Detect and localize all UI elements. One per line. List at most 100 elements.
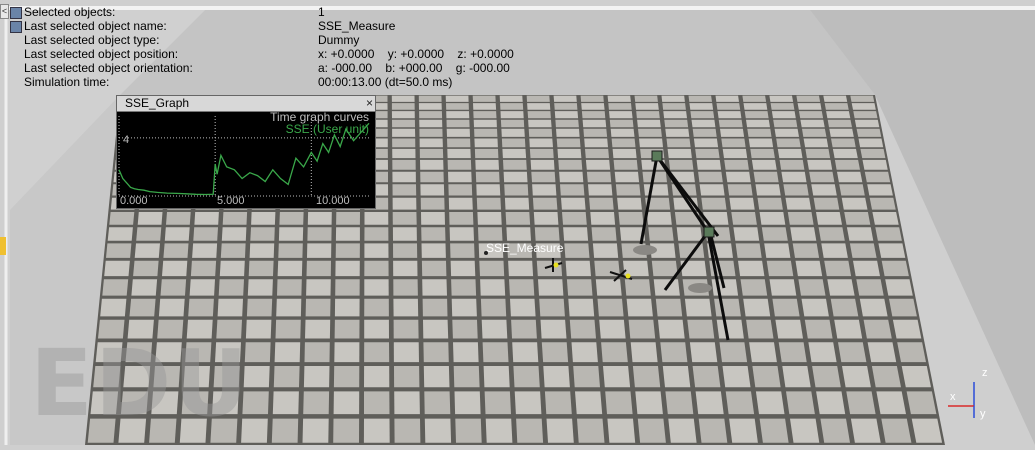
floor-tile <box>585 159 611 170</box>
floor-tile <box>278 243 303 258</box>
floor-tile <box>134 243 160 258</box>
floor-tile <box>720 128 745 137</box>
floor-tile <box>761 227 788 241</box>
floor-tile <box>504 184 529 196</box>
floor-tile <box>218 279 244 296</box>
floor-tile <box>508 260 534 277</box>
floor-tile <box>853 260 880 277</box>
floor-tile <box>881 260 909 277</box>
floor-tile <box>473 119 497 128</box>
floor-tile <box>800 119 825 128</box>
floor-tile <box>512 342 539 363</box>
floor-tile <box>716 319 744 339</box>
info-toggle-icon[interactable] <box>10 21 22 33</box>
floor-tile <box>392 212 417 225</box>
info-value: x: +0.0000 y: +0.0000 z: +0.0000 <box>318 47 514 61</box>
floor-tile <box>302 418 329 443</box>
floor-tile <box>585 148 609 159</box>
floor-tile <box>637 418 666 443</box>
floor-tile <box>562 212 587 225</box>
floor-tile <box>759 212 786 225</box>
floor-tile <box>394 366 420 388</box>
floor-tile <box>601 342 628 363</box>
floor-tile <box>506 227 531 241</box>
graph-title: SSE_Graph <box>125 96 190 110</box>
floor-tile <box>363 418 390 443</box>
floor-tile <box>716 103 741 110</box>
floor-tile <box>612 148 637 159</box>
floor-tile <box>662 103 686 110</box>
floor-tile <box>364 212 389 225</box>
floor-tile <box>534 227 560 241</box>
floor-tile <box>334 319 360 339</box>
floor-tile <box>759 418 789 443</box>
floor-tile <box>660 342 688 363</box>
scene-viewport[interactable]: SSE_Measure EDU < Selected objects: 1 La… <box>0 0 1035 450</box>
floor-tile <box>781 171 807 183</box>
floor-tile <box>475 171 500 183</box>
axes-gizmo: z x y <box>948 367 988 420</box>
floor-tile <box>306 279 331 296</box>
floor-tile <box>779 159 805 170</box>
collapse-info-button[interactable]: < <box>0 4 9 19</box>
graph-window[interactable]: SSE_Graph × Time graph curves SSE (User … <box>116 95 376 209</box>
floor-tile <box>772 298 800 317</box>
floor-tile <box>744 111 769 119</box>
floor-tile <box>609 119 634 128</box>
floor-tile <box>271 418 299 443</box>
floor-tile <box>586 171 612 183</box>
graph-plot: Time graph curves SSE (User unit) 4 0.00… <box>118 112 370 207</box>
graph-titlebar[interactable]: SSE_Graph × <box>117 96 375 112</box>
floor-tile <box>419 138 443 148</box>
floor-tile <box>482 342 509 363</box>
floor-tile <box>718 119 743 128</box>
info-toggle-icon[interactable] <box>10 7 22 19</box>
floor-tile <box>250 227 275 241</box>
close-icon[interactable]: × <box>366 96 373 111</box>
floor-tile <box>698 418 728 443</box>
floor-tile <box>797 103 822 110</box>
floor-tile <box>792 243 820 258</box>
floor-tile <box>731 212 757 225</box>
floor-tile <box>446 128 470 137</box>
floor-tile <box>448 171 472 183</box>
floor-tile <box>864 171 891 183</box>
info-value: 1 <box>318 5 325 19</box>
floor-tile <box>419 128 443 137</box>
y-axis-label: y <box>980 408 986 420</box>
legend-series: SSE (User unit) <box>286 122 369 136</box>
floor-tile <box>538 279 564 296</box>
floor-tile <box>532 184 557 196</box>
floor-tile <box>446 111 470 119</box>
floor-tile <box>392 184 417 196</box>
floor-tile <box>500 103 524 110</box>
floor-tile <box>662 366 691 388</box>
floor-tile <box>540 319 567 339</box>
floor-tile <box>688 95 712 102</box>
floor-tile <box>740 279 768 296</box>
floor-tile <box>695 148 720 159</box>
floor-tile <box>853 111 878 119</box>
floor-tile <box>189 279 215 296</box>
floor-tile <box>584 138 608 148</box>
floor-tile <box>420 184 445 196</box>
floor-tile <box>790 418 820 443</box>
side-tab[interactable] <box>0 237 6 255</box>
floor-tile <box>846 227 874 241</box>
floor-tile <box>559 171 584 183</box>
floor-tile <box>753 171 779 183</box>
floor-tile <box>701 197 727 210</box>
floor-tile <box>693 138 719 148</box>
floor-tile <box>809 171 835 183</box>
floor-tile <box>526 95 550 102</box>
floor-tile <box>823 95 848 102</box>
floor-tile <box>651 260 678 277</box>
floor-tile <box>533 212 559 225</box>
floor-tile <box>607 418 636 443</box>
floor-tile <box>448 197 473 210</box>
floor-tile <box>454 391 481 415</box>
floor-tile <box>546 418 574 443</box>
floor-tile <box>530 159 555 170</box>
floor-tile <box>846 391 876 415</box>
info-label: Simulation time: <box>24 75 110 89</box>
